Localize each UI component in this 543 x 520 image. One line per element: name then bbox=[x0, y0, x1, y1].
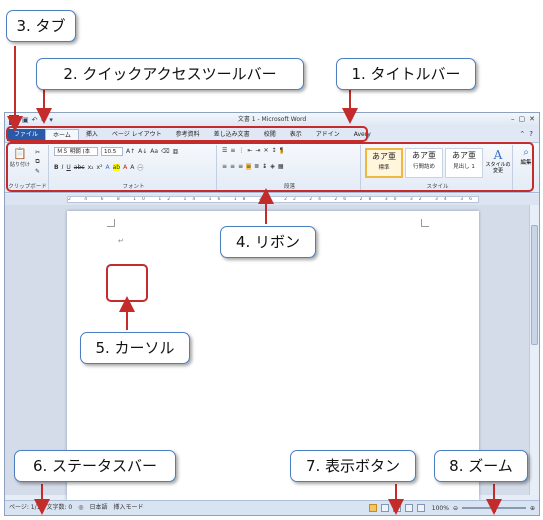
window-controls: – ▢ ✕ bbox=[511, 115, 535, 123]
cursor-highlight-box bbox=[106, 264, 148, 302]
ribbon-highlight-box bbox=[6, 142, 534, 192]
zoom-level[interactable]: 100% bbox=[432, 505, 449, 512]
help-icon[interactable]: ? bbox=[529, 130, 533, 138]
vertical-scrollbar[interactable] bbox=[529, 205, 539, 495]
outline-view-icon[interactable] bbox=[404, 504, 413, 512]
zoom-in-icon[interactable]: ⊕ bbox=[530, 505, 535, 512]
collapse-ribbon-icon[interactable]: ⌃ bbox=[519, 130, 525, 138]
insert-mode[interactable]: 挿入モード bbox=[113, 504, 143, 511]
maximize-icon[interactable]: ▢ bbox=[519, 115, 526, 123]
status-bar: ページ: 1/1 文字数: 0 ◎ 日本語 挿入モード 100% ⊖ ⊕ bbox=[5, 500, 539, 515]
callout-status-bar: 6. ステータスバー bbox=[14, 450, 176, 482]
draft-view-icon[interactable] bbox=[416, 504, 425, 512]
margin-corner bbox=[107, 219, 115, 227]
zoom-slider[interactable] bbox=[461, 504, 526, 512]
print-layout-view-icon[interactable] bbox=[368, 504, 377, 512]
horizontal-ruler[interactable]: 2 4 6 8 10 12 14 16 18 20 22 24 26 28 30… bbox=[5, 194, 539, 205]
window-title: 文書 1 - Microsoft Word bbox=[237, 116, 307, 123]
margin-corner bbox=[421, 219, 429, 227]
proofing-icon[interactable]: ◎ bbox=[78, 504, 83, 511]
scrollbar-thumb[interactable] bbox=[531, 225, 538, 345]
callout-quick-access-toolbar: 2. クイックアクセスツールバー bbox=[36, 58, 304, 90]
page-count[interactable]: ページ: 1/1 bbox=[9, 504, 40, 511]
zoom-out-icon[interactable]: ⊖ bbox=[453, 505, 458, 512]
callout-title-bar: 1. タイトルバー bbox=[336, 58, 476, 90]
tab-highlight-box bbox=[6, 126, 368, 142]
callout-cursor: 5. カーソル bbox=[80, 332, 190, 364]
callout-view-buttons: 7. 表示ボタン bbox=[290, 450, 416, 482]
callout-zoom: 8. ズーム bbox=[434, 450, 528, 482]
close-icon[interactable]: ✕ bbox=[529, 115, 535, 123]
title-bar: W ▣ ↶ ↻ ▾ 文書 1 - Microsoft Word – ▢ ✕ bbox=[5, 113, 539, 127]
language-indicator[interactable]: 日本語 bbox=[89, 504, 107, 511]
full-screen-view-icon[interactable] bbox=[380, 504, 389, 512]
web-layout-view-icon[interactable] bbox=[392, 504, 401, 512]
callout-ribbon: 4. リボン bbox=[220, 226, 316, 258]
callout-tab: 3. タブ bbox=[6, 10, 76, 42]
zoom-slider-thumb[interactable] bbox=[492, 504, 496, 512]
minimize-icon[interactable]: – bbox=[511, 115, 515, 123]
word-count[interactable]: 文字数: 0 bbox=[46, 504, 72, 511]
paragraph-mark-icon: ↵ bbox=[118, 237, 124, 245]
